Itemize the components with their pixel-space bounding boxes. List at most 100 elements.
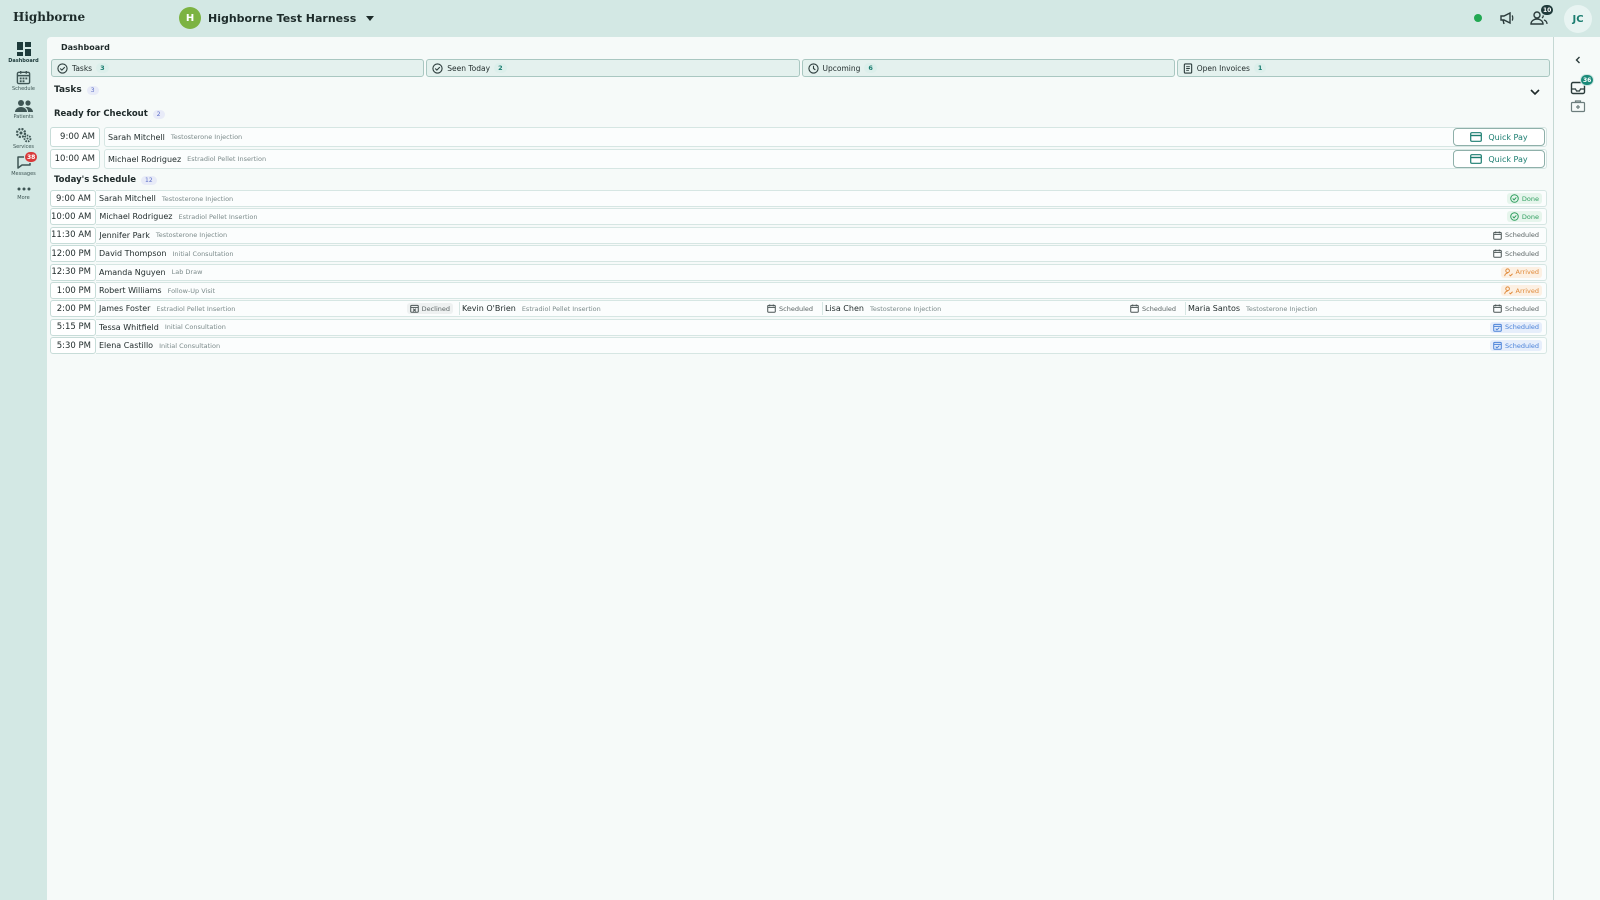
appointment-slot[interactable]: Maria Santos Testosterone Injection Schedu… (1188, 301, 1546, 316)
sidebar-item-services[interactable]: Services (0, 127, 47, 155)
tab-open-invoices[interactable]: Open Invoices 1 (1176, 59, 1550, 77)
status-badge[interactable]: Scheduled (1490, 248, 1542, 259)
appointment-slot[interactable]: James Foster Estradiol Pellet Insertion De… (99, 301, 457, 316)
appointment-slot[interactable]: Amanda Nguyen Lab Draw Arrived (99, 265, 1546, 280)
user-avatar[interactable]: JC (1564, 5, 1592, 33)
calendar-x-icon (409, 305, 419, 314)
appointment-slot[interactable]: David Thompson Initial Consultation Schedu… (99, 246, 1546, 261)
patient-name[interactable]: Tessa Whitfield (99, 323, 159, 332)
status-label: Arrived (1515, 286, 1539, 295)
patient-name[interactable]: Amanda Nguyen (99, 268, 166, 277)
patient-name[interactable]: James Foster (99, 304, 150, 313)
sidebar-item-messages[interactable]: 38 Messages (0, 151, 47, 183)
status-badge[interactable]: Scheduled (1490, 230, 1542, 241)
appointment-type: Estradiol Pellet Insertion (156, 304, 236, 313)
tab-seen-today[interactable]: Seen Today 2 (426, 59, 800, 77)
tasks-header: Tasks 3 (54, 85, 99, 95)
left-sidebar: Dashboard Schedule Patients Services 38 … (0, 36, 47, 900)
sidebar-item-label: Services (12, 144, 35, 150)
sidebar-item-label: Messages (11, 171, 36, 177)
status-badge[interactable]: Scheduled (1490, 340, 1542, 352)
patient-name[interactable]: Maria Santos (1188, 304, 1240, 313)
patient-name[interactable]: Kevin O'Brien (462, 304, 516, 313)
status-label: Arrived (1515, 268, 1539, 277)
tab-tasks[interactable]: Tasks 3 (51, 59, 425, 77)
status-badge[interactable]: Arrived (1500, 266, 1542, 278)
sidebar-item-schedule[interactable]: Schedule (0, 70, 47, 98)
checkout-row-body: Sarah Mitchell Testosterone Injection Quic… (104, 127, 1547, 147)
patient-name[interactable]: Elena Castillo (99, 341, 153, 350)
status-badge[interactable]: Scheduled (1490, 303, 1542, 314)
checkout-count: 2 (152, 109, 165, 119)
sidebar-item-patients[interactable]: Patients (0, 99, 47, 127)
patient-name[interactable]: Robert Williams (99, 286, 162, 295)
status-badge[interactable]: Arrived (1500, 285, 1542, 296)
appointment-slot[interactable]: Sarah Mitchell Testosterone Injection Done (99, 191, 1546, 206)
tab-label: Open Invoices (1196, 63, 1250, 73)
appointment-type: Testosterone Injection (170, 133, 243, 141)
appointment-type: Testosterone Injection (161, 194, 234, 203)
status-label: Scheduled (1505, 323, 1539, 332)
appointment-divider (1185, 302, 1186, 316)
patient-name[interactable]: Sarah Mitchell (99, 194, 156, 203)
quick-pay-button[interactable]: Quick Pay (1453, 150, 1545, 168)
schedule-row: 11:30 AM Jennifer Park Testosterone Inject… (50, 226, 1547, 244)
patient-name[interactable]: Michael Rodriguez (108, 155, 181, 164)
credit-card-icon (1470, 132, 1483, 142)
appointment-type: Estradiol Pellet Insertion (521, 304, 601, 313)
status-badge[interactable]: Scheduled (1127, 303, 1179, 314)
quick-pay-button[interactable]: Quick Pay (1453, 128, 1545, 146)
status-label: Scheduled (1505, 341, 1539, 350)
add-patient-button[interactable] (1569, 97, 1587, 115)
sidebar-item-more[interactable]: More (0, 184, 47, 212)
brand-logo[interactable]: Highborne (13, 10, 85, 24)
expand-panel-button[interactable] (1569, 51, 1587, 69)
status-badge[interactable]: Scheduled (1490, 321, 1542, 333)
checkout-row: 9:00 AM Sarah Mitchell Testosterone Inject… (50, 127, 1547, 147)
appointment-slot[interactable]: Jennifer Park Testosterone Injection Sched… (99, 228, 1546, 243)
invoice-icon (1183, 62, 1192, 74)
patient-name[interactable]: David Thompson (99, 249, 167, 258)
patient-name[interactable]: Michael Rodriguez (99, 212, 172, 221)
appointment-slot[interactable]: Lisa Chen Testosterone Injection Scheduled (825, 301, 1183, 316)
calendar-check-icon (1493, 342, 1502, 350)
checkout-title: Ready for Checkout (54, 109, 148, 119)
patient-name[interactable]: Sarah Mitchell (108, 133, 165, 142)
waiting-room-button[interactable]: 10 (1529, 4, 1555, 27)
appointment-divider (822, 302, 823, 316)
credit-card-icon (1470, 154, 1483, 164)
chevron-left-icon (1575, 56, 1580, 64)
check-circle-icon (432, 62, 443, 74)
status-label: Done (1521, 194, 1539, 203)
appointment-slot[interactable]: Robert Williams Follow-Up Visit Arrived (99, 283, 1546, 298)
status-label: Scheduled (1505, 249, 1539, 258)
tab-upcoming[interactable]: Upcoming 6 (801, 59, 1175, 77)
schedule-row: 12:00 PM David Thompson Initial Consultati… (50, 245, 1547, 263)
appointment-type: Estradiol Pellet Insertion (178, 212, 258, 221)
appointment-slot[interactable]: Michael Rodriguez Estradiol Pellet Insert… (99, 209, 1546, 224)
org-switcher[interactable]: H Highborne Test Harness (179, 7, 375, 29)
appointment-time: 10:00 AM (50, 149, 100, 169)
appointment-type: Testosterone Injection (155, 231, 228, 240)
inbox-button[interactable]: 36 (1569, 74, 1595, 97)
status-badge[interactable]: Done (1506, 211, 1542, 223)
sidebar-item-dashboard[interactable]: Dashboard (0, 41, 47, 69)
patient-name[interactable]: Lisa Chen (825, 304, 864, 313)
tasks-count: 3 (86, 85, 99, 95)
tab-count: 2 (494, 63, 507, 73)
collapse-tasks-button[interactable] (1528, 84, 1542, 98)
breadcrumb: Dashboard (61, 43, 110, 52)
announcements-button[interactable] (1497, 9, 1517, 27)
schedule-row: 10:00 AM Michael Rodriguez Estradiol Pelle… (50, 208, 1547, 226)
appointment-slot[interactable]: Kevin O'Brien Estradiol Pellet Insertion S… (462, 301, 820, 316)
status-label: Scheduled (1505, 304, 1539, 313)
status-badge[interactable]: Done (1506, 193, 1542, 204)
calendar-icon (1130, 304, 1139, 314)
appointment-slot[interactable]: Elena Castillo Initial Consultation Schedu… (99, 338, 1546, 353)
appointment-slot[interactable]: Tessa Whitfield Initial Consultation Sched… (99, 320, 1546, 335)
chevron-down-icon (1530, 89, 1540, 96)
status-badge[interactable]: Declined (406, 303, 453, 315)
schedule-header: Today's Schedule 12 (54, 175, 157, 185)
status-badge[interactable]: Scheduled (764, 303, 816, 314)
patient-name[interactable]: Jennifer Park (99, 231, 150, 240)
